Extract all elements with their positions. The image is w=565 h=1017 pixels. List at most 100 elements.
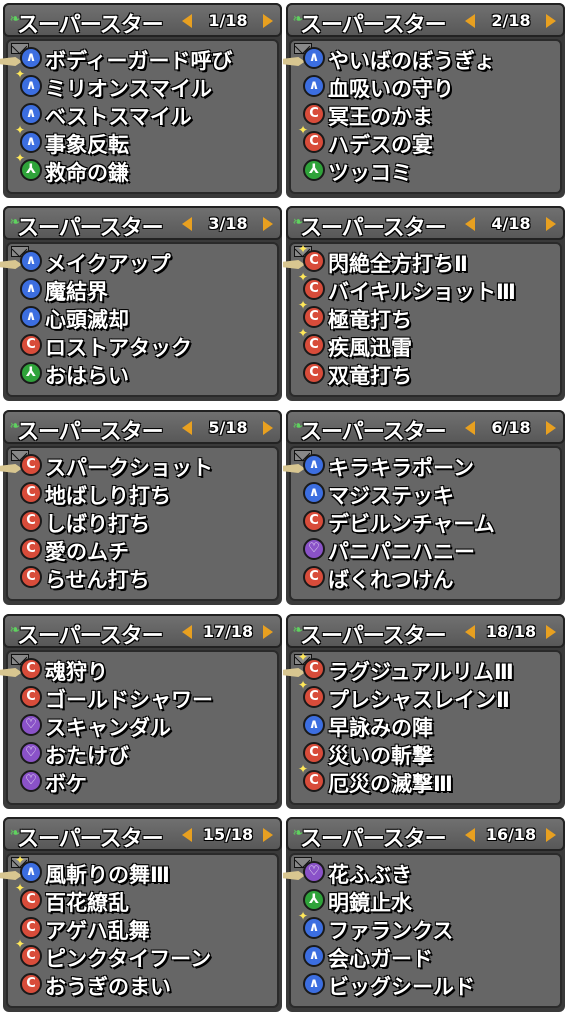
skill-item[interactable]: C ✦ 疾風迅雷 [298, 327, 565, 360]
skill-item[interactable]: C しばり打ち [20, 508, 282, 536]
skill-item[interactable]: ⅄ ✦ 救命の鎌 [15, 152, 282, 185]
skill-item[interactable]: ∧ キラキラポーン [303, 452, 565, 480]
skill-item[interactable]: ♡ おたけび [20, 740, 282, 768]
skill-item[interactable]: ∧ 心頭滅却 [20, 304, 282, 332]
prev-page-arrow-icon[interactable] [182, 217, 192, 231]
skill-item[interactable]: C ゴールドシャワー [20, 684, 282, 712]
skill-name: 疾風迅雷 [328, 336, 412, 360]
next-page-arrow-icon[interactable] [546, 828, 556, 842]
prev-page-arrow-icon[interactable] [182, 625, 192, 639]
attack-skill-icon: C [303, 510, 325, 532]
heal-skill-icon: ⅄ [20, 362, 42, 384]
skill-item[interactable]: ∧ ✦ 風斬りの舞Ⅲ [15, 854, 282, 887]
skill-item[interactable]: C 魂狩り [20, 656, 282, 684]
skill-item[interactable]: C らせん打ち [20, 564, 282, 592]
skill-item[interactable]: ∧ マジステッキ [303, 480, 565, 508]
prev-page-arrow-icon[interactable] [465, 14, 475, 28]
skill-item[interactable]: ∧ 早詠みの陣 [303, 712, 565, 740]
next-page-arrow-icon[interactable] [546, 217, 556, 231]
prev-page-arrow-icon[interactable] [182, 828, 192, 842]
skill-name: スパークショット [45, 456, 213, 480]
prev-page-arrow-icon[interactable] [465, 828, 475, 842]
support-skill-icon: ∧ [20, 47, 42, 69]
skill-list: ∧ やいばのぼうぎょ ∧ 血吸いの守り C 冥王のかま C ✦ ハデスの宴 ⅄ … [283, 39, 565, 194]
skill-item[interactable]: C ✦ ハデスの宴 [298, 124, 565, 157]
skill-item[interactable]: C 愛のムチ [20, 536, 282, 564]
support-skill-icon: ∧ [303, 47, 325, 69]
attack-skill-icon: C [20, 482, 42, 504]
prev-page-arrow-icon[interactable] [182, 421, 192, 435]
skill-item[interactable]: C ✦ 厄災の滅撃Ⅲ [298, 763, 565, 796]
skill-item[interactable]: C 災いの斬撃 [303, 740, 565, 768]
skill-item[interactable]: ♡ スキャンダル [20, 712, 282, 740]
skill-name: キラキラポーン [328, 456, 474, 480]
skill-item[interactable]: C デビルンチャーム [303, 508, 565, 536]
sparkle-icon: ✦ [15, 151, 26, 165]
prev-page-arrow-icon[interactable] [465, 421, 475, 435]
skill-item[interactable]: ∧ メイクアップ [20, 248, 282, 276]
attack-skill-icon: C [20, 566, 42, 588]
skill-item[interactable]: C ✦ 閃絶全方打ちⅡ [298, 243, 565, 276]
status-skill-icon: ♡ [303, 861, 325, 883]
skill-item[interactable]: ∧ やいばのぼうぎょ [303, 45, 565, 73]
skill-item[interactable]: ∧ ✦ 事象反転 [15, 124, 282, 157]
attack-skill-icon: C [20, 917, 42, 939]
prev-page-arrow-icon[interactable] [465, 625, 475, 639]
skill-name: ベストスマイル [45, 105, 192, 129]
panel-header: ❧ スーパースター 16/18 [286, 817, 565, 852]
next-page-arrow-icon[interactable] [263, 625, 273, 639]
cursor-pointer-icon [0, 668, 22, 677]
next-page-arrow-icon[interactable] [546, 14, 556, 28]
skill-item[interactable]: ∧ 会心ガード [303, 943, 565, 971]
skill-item[interactable]: ∧ ✦ ミリオンスマイル [15, 68, 282, 101]
panel-title: スーパースター [300, 420, 447, 445]
skill-item[interactable]: ∧ ベストスマイル [20, 101, 282, 129]
skill-list: C 魂狩り C ゴールドシャワー ♡ スキャンダル ♡ おたけび ♡ ボケ [0, 650, 282, 805]
skill-item[interactable]: C ✦ プレシャスレインⅡ [298, 679, 565, 712]
skill-item[interactable]: ∧ 血吸いの守り [303, 73, 565, 101]
sparkle-icon: ✦ [298, 270, 309, 284]
cursor-pointer-icon [0, 464, 22, 473]
next-page-arrow-icon[interactable] [263, 217, 273, 231]
skill-item[interactable]: C 双竜打ち [303, 360, 565, 388]
panel-title: スーパースター [300, 13, 447, 38]
skill-item[interactable]: C ✦ 極竜打ち [298, 299, 565, 332]
skill-item[interactable]: C ✦ バイキルショットⅢ [298, 271, 565, 304]
skill-item[interactable]: C 冥王のかま [303, 101, 565, 129]
next-page-arrow-icon[interactable] [546, 625, 556, 639]
skill-item[interactable]: C ✦ ピンクタイフーン [15, 938, 282, 971]
skill-list: ∧ キラキラポーン ∧ マジステッキ C デビルンチャーム ♡ パニパニハニー … [283, 446, 565, 601]
skill-item[interactable]: C ✦ 百花繚乱 [15, 882, 282, 915]
skill-item[interactable]: C ばくれつけん [303, 564, 565, 592]
skill-item[interactable]: C ロストアタック [20, 332, 282, 360]
prev-page-arrow-icon[interactable] [182, 14, 192, 28]
skill-item[interactable]: ∧ ボディーガード呼び [20, 45, 282, 73]
skill-item[interactable]: ∧ ✦ ファランクス [298, 910, 565, 943]
skill-item[interactable]: C 地ばしり打ち [20, 480, 282, 508]
skill-item[interactable]: C おうぎのまい [20, 971, 282, 999]
next-page-arrow-icon[interactable] [263, 828, 273, 842]
skill-item[interactable]: ⅄ ツッコミ [303, 157, 565, 185]
skill-item[interactable]: ♡ パニパニハニー [303, 536, 565, 564]
skill-item[interactable]: ∧ ビッグシールド [303, 971, 565, 999]
heal-skill-icon: ⅄ [303, 889, 325, 911]
skill-item[interactable]: ⅄ 明鏡止水 [303, 887, 565, 915]
next-page-arrow-icon[interactable] [546, 421, 556, 435]
next-page-arrow-icon[interactable] [263, 14, 273, 28]
skill-item[interactable]: ∧ 魔結界 [20, 276, 282, 304]
next-page-arrow-icon[interactable] [263, 421, 273, 435]
cursor-pointer-icon [283, 464, 305, 473]
skill-name: 地ばしり打ち [45, 484, 171, 508]
skill-item[interactable]: C アゲハ乱舞 [20, 915, 282, 943]
page-indicator: 6/18 [491, 418, 531, 437]
skill-item[interactable]: ♡ ボケ [20, 768, 282, 796]
skill-item[interactable]: ⅄ おはらい [20, 360, 282, 388]
prev-page-arrow-icon[interactable] [465, 217, 475, 231]
skill-item[interactable]: C ✦ ラグジュアルリムⅢ [298, 651, 565, 684]
sparkle-icon: ✦ [15, 123, 26, 137]
skill-item[interactable]: ♡ 花ふぶき [303, 859, 565, 887]
cursor-pointer-icon [283, 871, 305, 880]
skill-item[interactable]: C スパークショット [20, 452, 282, 480]
panel-header: ❧ スーパースター 15/18 [3, 817, 282, 852]
skill-panel: ❧ スーパースター 16/18 ♡ 花ふぶき ⅄ 明鏡止水 ∧ ✦ ファランクス… [283, 817, 565, 1012]
